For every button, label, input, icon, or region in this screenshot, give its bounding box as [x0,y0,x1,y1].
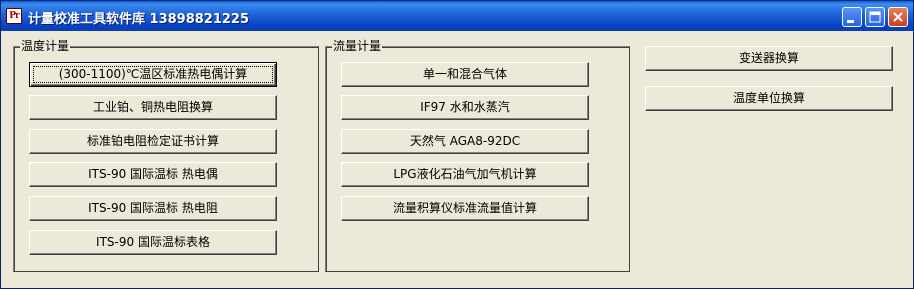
temperature-unit-conversion-label: 温度单位换算 [732,91,805,105]
maximize-icon [869,11,881,23]
standard-prt-cert-button[interactable]: 标准铂电阻检定证书计算 [29,129,277,154]
if97-water-steam-button[interactable]: IF97 水和水蒸汽 [341,95,589,120]
standard-prt-cert-label: 标准铂电阻检定证书计算 [86,134,219,148]
transmitter-conversion-button[interactable]: 变送器换算 [645,46,893,71]
minimize-button[interactable] [842,7,862,27]
single-mixed-gas-button[interactable]: 单一和混合气体 [341,62,589,87]
thermocouple-300-1100-button[interactable]: (300-1100)℃温区标准热电偶计算 [29,62,277,87]
minimize-icon [847,20,854,23]
its90-rtd-button[interactable]: ITS-90 国际温标 热电阻 [29,196,277,221]
window-title: 计量校准工具软件库 13898821225 [28,12,250,27]
temperature-group-label: 温度计量 [20,39,71,53]
title-bar[interactable]: Pr 计量校准工具软件库 13898821225 [1,1,913,31]
flow-totalizer-label: 流量积算仪标准流量值计算 [392,201,537,215]
lpg-dispenser-button[interactable]: LPG液化石油气加气机计算 [341,162,589,187]
its90-table-label: ITS-90 国际温标表格 [96,235,210,249]
natural-gas-aga8-label: 天然气 AGA8-92DC [409,134,521,148]
close-button[interactable] [888,7,908,27]
industrial-rtd-label: 工业铂、铜热电阻换算 [92,100,213,114]
app-icon[interactable]: Pr [6,8,22,24]
natural-gas-aga8-button[interactable]: 天然气 AGA8-92DC [341,129,589,154]
transmitter-conversion-label: 变送器换算 [738,51,799,65]
lpg-dispenser-label: LPG液化石油气加气机计算 [393,167,537,181]
main-window: Pr 计量校准工具软件库 13898821225 温度计量 (300-1100)… [0,0,914,289]
its90-thermocouple-button[interactable]: ITS-90 国际温标 热电偶 [29,162,277,187]
industrial-rtd-button[interactable]: 工业铂、铜热电阻换算 [29,95,277,120]
if97-water-steam-label: IF97 水和水蒸汽 [420,100,510,114]
its90-rtd-label: ITS-90 国际温标 热电阻 [88,201,218,215]
its90-table-button[interactable]: ITS-90 国际温标表格 [29,230,277,255]
flow-totalizer-button[interactable]: 流量积算仪标准流量值计算 [341,196,589,221]
single-mixed-gas-label: 单一和混合气体 [422,67,507,81]
temperature-unit-conversion-button[interactable]: 温度单位换算 [645,86,893,111]
close-icon [893,12,903,22]
flow-group-label: 流量计量 [332,39,383,53]
its90-thermocouple-label: ITS-90 国际温标 热电偶 [88,167,218,181]
maximize-button[interactable] [865,7,885,27]
thermocouple-300-1100-label: (300-1100)℃温区标准热电偶计算 [58,67,248,81]
